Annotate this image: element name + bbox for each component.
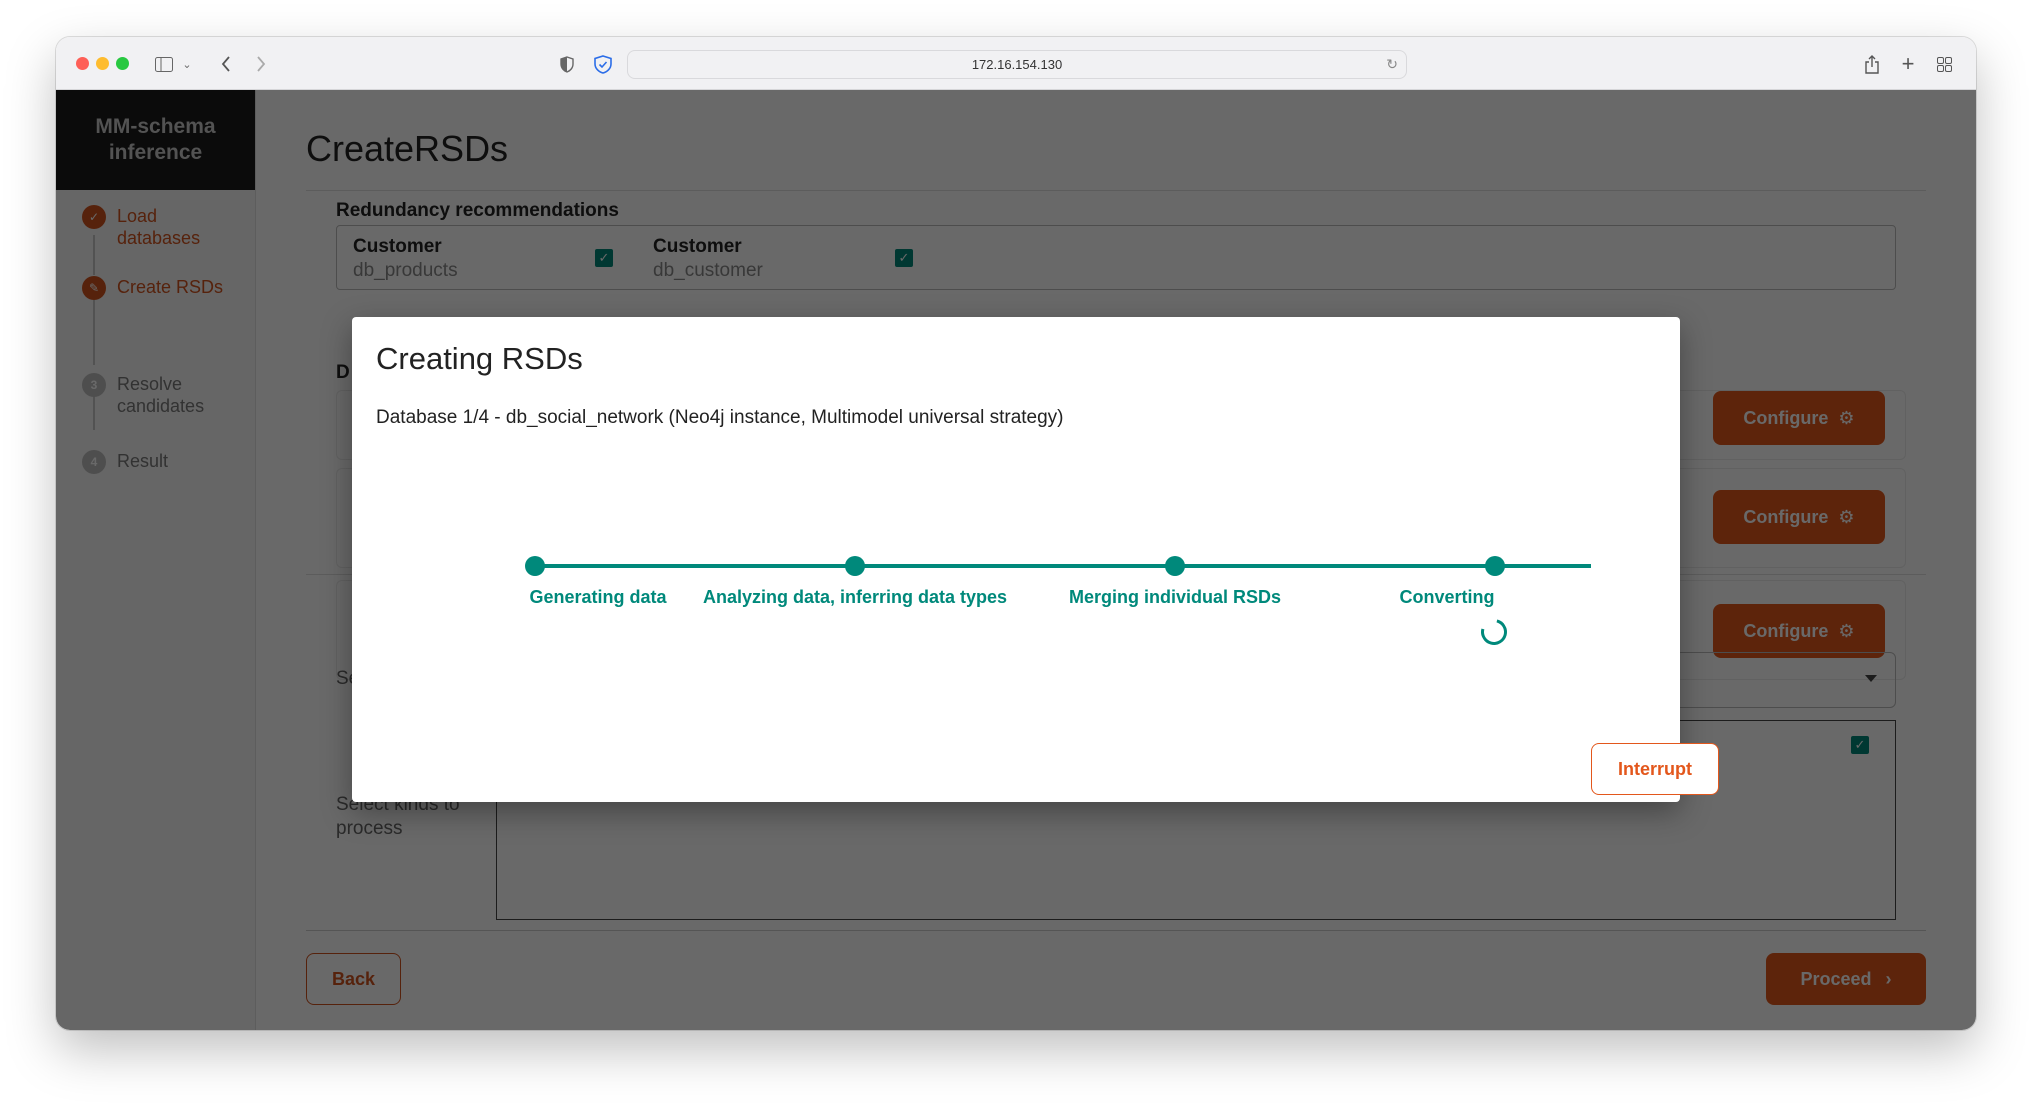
share-icon[interactable] (1862, 51, 1882, 77)
browser-window: ⌄ 172.16.154.130 ↻ + MM-schema inference (56, 37, 1976, 1030)
browser-toolbar: ⌄ 172.16.154.130 ↻ + (56, 37, 1976, 90)
forward-icon[interactable] (251, 51, 271, 77)
step-dot-merging-rsds (1165, 556, 1185, 576)
minimize-window-button[interactable] (96, 57, 109, 70)
zoom-window-button[interactable] (116, 57, 129, 70)
chevron-down-icon[interactable]: ⌄ (180, 51, 194, 77)
progress-stepper: Generating data Analyzing data, inferrin… (352, 317, 1680, 802)
step-label-analyzing-data: Analyzing data, inferring data types (702, 587, 1008, 607)
close-window-button[interactable] (76, 57, 89, 70)
address-bar[interactable]: 172.16.154.130 ↻ (627, 50, 1407, 79)
step-dot-analyzing-data (845, 556, 865, 576)
step-label-generating-data: Generating data (529, 587, 667, 607)
interrupt-button[interactable]: Interrupt (1591, 743, 1719, 795)
reload-icon[interactable]: ↻ (1386, 56, 1398, 73)
back-icon[interactable] (216, 51, 236, 77)
step-label-converting: Converting (1399, 587, 1495, 607)
sidebar-toggle-icon[interactable] (152, 51, 176, 77)
stepper-track (535, 564, 1591, 568)
security-badge-icon[interactable] (592, 51, 614, 77)
new-tab-icon[interactable]: + (1898, 51, 1918, 77)
creating-rsds-dialog: Creating RSDs Database 1/4 - db_social_n… (352, 317, 1719, 802)
privacy-shield-icon[interactable] (557, 51, 577, 77)
tab-overview-icon[interactable] (1934, 51, 1954, 77)
loading-spinner-icon (1476, 614, 1512, 650)
step-dot-converting (1485, 556, 1505, 576)
url-text: 172.16.154.130 (971, 57, 1063, 72)
step-dot-generating-data (525, 556, 545, 576)
step-label-merging-rsds: Merging individual RSDs (1068, 587, 1282, 607)
